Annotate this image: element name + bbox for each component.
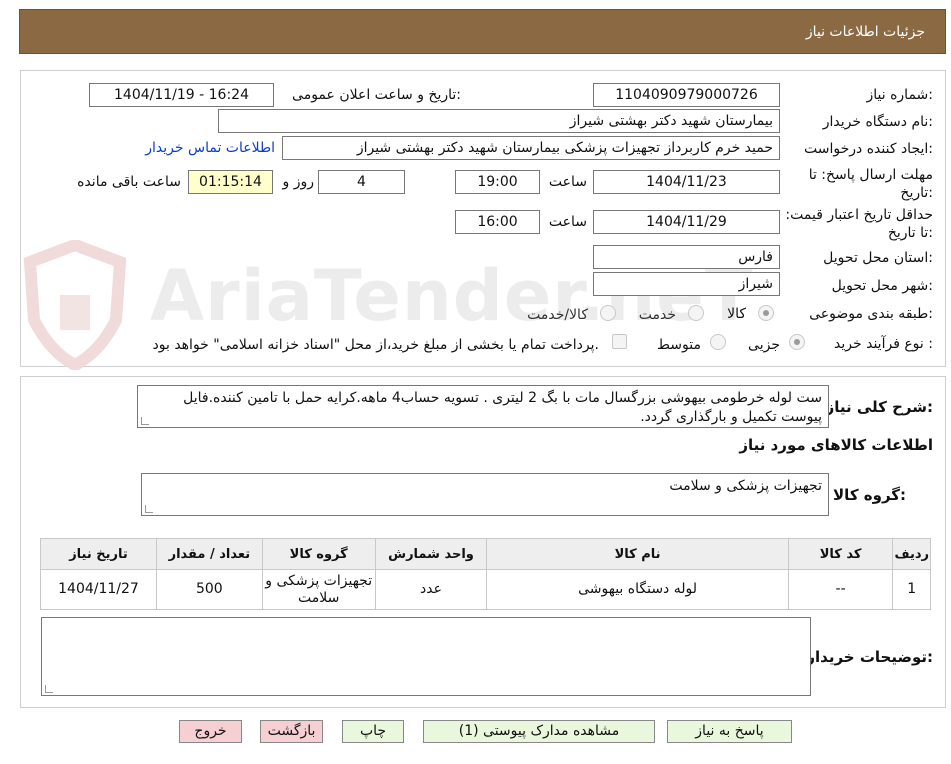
category-radio-goods[interactable] bbox=[758, 305, 774, 321]
print-button[interactable]: چاپ bbox=[342, 720, 404, 743]
price-validity-label: حداقل تاریخ اعتبار قیمت: تا تاریخ: bbox=[785, 207, 933, 241]
treasury-payment-note: پرداخت تمام یا بخشی از مبلغ خرید،از محل … bbox=[152, 337, 599, 353]
cell-date: 1404/11/27 bbox=[40, 569, 157, 610]
view-attachments-button[interactable]: مشاهده مدارک پیوستی (1) bbox=[423, 720, 655, 743]
category-radio-service[interactable] bbox=[688, 305, 704, 321]
category-option-goods-service: کالا/خدمت bbox=[527, 307, 588, 323]
announce-datetime-field: 1404/11/19 - 16:24 bbox=[89, 83, 274, 107]
validity-time-label: ساعت bbox=[548, 214, 587, 230]
resize-handle-icon[interactable] bbox=[141, 417, 149, 425]
buyer-notes-label: توضیحات خریدار: bbox=[806, 648, 933, 666]
goods-group-label: گروه کالا: bbox=[833, 486, 906, 504]
requester-label: ایجاد کننده درخواست: bbox=[804, 141, 933, 157]
cell-quantity: 500 bbox=[155, 569, 263, 610]
category-label: طبقه بندی موضوعی: bbox=[809, 306, 933, 322]
col-code: کد کالا bbox=[787, 538, 894, 570]
requester-field: حمید خرم کاربرداز تجهیزات پزشکی بیمارستا… bbox=[282, 136, 780, 160]
category-option-service: خدمت bbox=[638, 307, 676, 323]
cell-name: لوله دستگاه بیهوشی bbox=[486, 569, 789, 610]
deadline-date-field: 1404/11/23 bbox=[593, 170, 780, 194]
need-number-field: 1104090979000726 bbox=[593, 83, 780, 107]
validity-date-field: 1404/11/29 bbox=[593, 210, 780, 234]
goods-group-text: تجهیزات پزشکی و سلامت bbox=[669, 478, 822, 494]
goods-group-textarea: تجهیزات پزشکی و سلامت bbox=[141, 473, 829, 516]
exit-button[interactable]: خروج bbox=[179, 720, 242, 743]
deadline-label: مهلت ارسال پاسخ: تا تاریخ: bbox=[808, 167, 933, 201]
days-label: روز و bbox=[282, 174, 315, 190]
time-left-field: 01:15:14 bbox=[188, 170, 273, 194]
col-row: ردیف bbox=[892, 538, 931, 570]
purchase-radio-medium[interactable] bbox=[710, 334, 726, 350]
validity-time-field: 16:00 bbox=[455, 210, 540, 234]
cell-row: 1 bbox=[892, 569, 931, 610]
need-number-label: شماره نیاز: bbox=[866, 87, 933, 103]
table-row: 1 -- لوله دستگاه بیهوشی عدد تجهیزات پزشک… bbox=[40, 569, 931, 610]
reply-button[interactable]: پاسخ به نیاز bbox=[667, 720, 792, 743]
purchase-option-medium: متوسط bbox=[657, 337, 701, 353]
resize-handle-icon[interactable] bbox=[145, 505, 153, 513]
description-label: شرح کلی نیاز: bbox=[825, 398, 933, 416]
announce-datetime-label: تاریخ و ساعت اعلان عمومی: bbox=[292, 87, 461, 103]
page-header: جزئیات اطلاعات نیاز bbox=[19, 9, 946, 54]
col-quantity: تعداد / مقدار bbox=[155, 538, 263, 570]
treasury-payment-checkbox[interactable] bbox=[612, 334, 627, 349]
resize-handle-icon[interactable] bbox=[45, 685, 53, 693]
back-button[interactable]: بازگشت bbox=[260, 720, 323, 743]
watermark-shield-icon bbox=[23, 240, 127, 370]
province-label: استان محل تحویل: bbox=[823, 250, 933, 266]
buyer-notes-textarea bbox=[41, 617, 811, 696]
deadline-time-label: ساعت bbox=[548, 174, 587, 190]
cell-code: -- bbox=[787, 569, 894, 610]
deadline-time-field: 19:00 bbox=[455, 170, 540, 194]
days-left-field: 4 bbox=[318, 170, 405, 194]
goods-info-heading: اطلاعات کالاهای مورد نیاز bbox=[739, 436, 933, 454]
buyer-contact-link[interactable]: اطلاعات تماس خریدار bbox=[145, 140, 275, 156]
buyer-org-field: بیمارستان شهید دکتر بهشتی شیراز bbox=[218, 109, 780, 133]
table-header-row: ردیف کد کالا نام کالا واحد شمارش گروه کا… bbox=[40, 538, 931, 570]
purchase-radio-minor[interactable] bbox=[789, 334, 805, 350]
province-field: فارس bbox=[593, 245, 780, 269]
city-field: شیراز bbox=[593, 272, 780, 296]
category-option-goods: کالا bbox=[727, 306, 746, 322]
purchase-option-minor: جزیی bbox=[748, 337, 780, 353]
cell-unit: عدد bbox=[374, 569, 488, 610]
category-radio-goods-service[interactable] bbox=[600, 305, 616, 321]
buyer-org-label: نام دستگاه خریدار: bbox=[822, 114, 933, 130]
col-group: گروه کالا bbox=[261, 538, 376, 570]
city-label: شهر محل تحویل: bbox=[831, 278, 933, 294]
col-date: تاریخ نیاز bbox=[40, 538, 157, 570]
description-text: ست لوله خرطومی بیهوشی بزرگسال مات با بگ … bbox=[183, 390, 822, 425]
col-name: نام کالا bbox=[486, 538, 789, 570]
purchase-type-label: نوع فرآیند خرید : bbox=[834, 336, 933, 352]
goods-table: ردیف کد کالا نام کالا واحد شمارش گروه کا… bbox=[40, 538, 931, 610]
cell-group: تجهیزات پزشکی و سلامت bbox=[261, 569, 376, 610]
remaining-label: ساعت باقی مانده bbox=[77, 174, 181, 190]
description-textarea: ست لوله خرطومی بیهوشی بزرگسال مات با بگ … bbox=[137, 385, 829, 428]
col-unit: واحد شمارش bbox=[374, 538, 488, 570]
page-title: جزئیات اطلاعات نیاز bbox=[805, 24, 925, 40]
